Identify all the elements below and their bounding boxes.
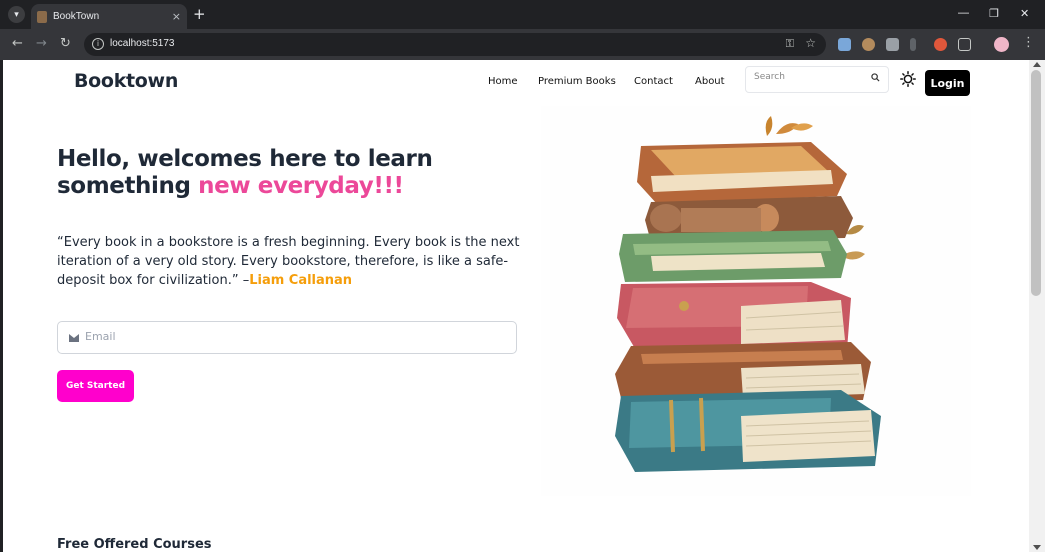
nav-about[interactable]: About: [695, 76, 725, 87]
password-key-icon[interactable]: ⚿: [786, 37, 794, 51]
theme-toggle-sun-icon[interactable]: [900, 71, 916, 87]
tab-favicon: [37, 10, 47, 23]
back-arrow-icon[interactable]: ←: [12, 36, 23, 52]
bookmark-star-icon[interactable]: ☆: [805, 36, 816, 50]
scroll-down-arrow-icon[interactable]: [1033, 545, 1041, 550]
quote-author: Liam Callanan: [249, 273, 353, 288]
new-tab-button[interactable]: +: [193, 6, 206, 23]
scrollbar-thumb[interactable]: [1031, 70, 1041, 296]
extension-icon[interactable]: [934, 38, 947, 51]
extension-icon[interactable]: [838, 38, 851, 51]
email-field[interactable]: [85, 330, 485, 343]
search-icon[interactable]: [871, 73, 880, 82]
email-field-wrapper: [57, 321, 517, 354]
get-started-button[interactable]: Get Started: [57, 370, 134, 402]
browser-menu-icon[interactable]: ⋮: [1022, 35, 1035, 51]
site-info-icon[interactable]: i: [92, 38, 104, 50]
browser-tab-bar: ▾ BookTown × + — ❐ ✕: [0, 0, 1045, 29]
web-page: Booktown Home Premium Books Contact Abou…: [3, 60, 1029, 552]
close-window-button[interactable]: ✕: [1020, 7, 1029, 20]
address-url[interactable]: localhost:5173: [110, 38, 175, 49]
hero-heading-highlight: new everyday!!!: [198, 173, 404, 199]
browser-toolbar: ← → ↻ i localhost:5173 ⚿ ☆ ⋮: [0, 29, 1045, 60]
envelope-icon: [69, 334, 79, 342]
search-input[interactable]: [754, 72, 864, 82]
address-bar[interactable]: i localhost:5173 ⚿ ☆: [84, 33, 826, 56]
tab-search-button[interactable]: ▾: [8, 6, 25, 23]
minimize-window-button[interactable]: —: [958, 7, 969, 19]
restore-window-button[interactable]: ❐: [989, 7, 999, 20]
extension-icon[interactable]: [910, 38, 916, 51]
extension-icon[interactable]: [862, 38, 875, 51]
page-scrollbar[interactable]: [1029, 60, 1045, 552]
login-button[interactable]: Login: [925, 70, 970, 96]
extensions-puzzle-icon[interactable]: [958, 38, 971, 51]
search-box: [745, 66, 889, 93]
hero-heading: Hello, welcomes here to learn something …: [57, 146, 477, 200]
nav-contact[interactable]: Contact: [634, 76, 673, 87]
hero-quote: “Every book in a bookstore is a fresh be…: [57, 233, 527, 290]
free-courses-title: Free Offered Courses: [57, 537, 212, 552]
extension-icon[interactable]: [886, 38, 899, 51]
tab-title: BookTown: [53, 11, 100, 22]
forward-arrow-icon[interactable]: →: [36, 36, 47, 52]
scroll-up-arrow-icon[interactable]: [1033, 62, 1041, 67]
profile-avatar[interactable]: [994, 37, 1009, 52]
browser-tab[interactable]: BookTown ×: [31, 4, 187, 29]
book-stack-illustration: [541, 106, 971, 496]
reload-icon[interactable]: ↻: [60, 36, 71, 52]
brand-logo[interactable]: Booktown: [74, 70, 178, 92]
tab-close-button[interactable]: ×: [172, 10, 181, 23]
nav-home[interactable]: Home: [488, 76, 518, 87]
nav-premium-books[interactable]: Premium Books: [538, 76, 616, 87]
